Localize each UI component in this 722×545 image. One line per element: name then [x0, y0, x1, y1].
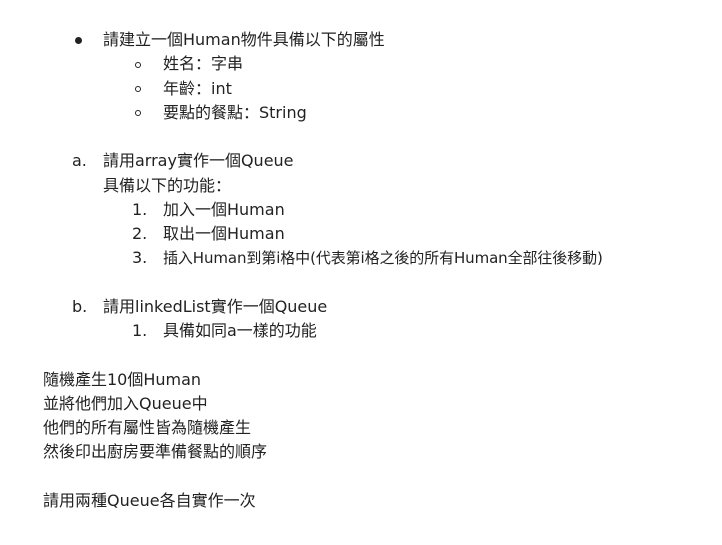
- list-number: 2.: [132, 224, 148, 243]
- paragraph-line: 他們的所有屬性皆為隨機產生: [43, 418, 252, 437]
- list-number: 1.: [132, 321, 148, 340]
- property-meal: 要點的餐點：String: [163, 103, 307, 122]
- function-insert: 插入Human到第i格中(代表第i格之後的所有Human全部往後移動): [163, 249, 603, 267]
- paragraph-line: 並將他們加入Queue中: [43, 394, 208, 413]
- paragraph-line: 然後印出廚房要準備餐點的順序: [43, 442, 268, 461]
- linkedlist-queue-title: 請用linkedList實作一個Queue: [103, 297, 328, 316]
- list-number: 1.: [132, 200, 148, 219]
- closing-instruction: 請用兩種Queue各自實作一次: [43, 491, 256, 510]
- function-remove: 取出一個Human: [163, 224, 285, 243]
- bullet-circle-icon: [135, 62, 141, 68]
- same-functions-note: 具備如同a一樣的功能: [163, 321, 317, 340]
- property-age: 年齡：int: [163, 79, 232, 98]
- list-number: 3.: [132, 248, 148, 267]
- functions-intro: 具備以下的功能：: [103, 176, 232, 195]
- function-add: 加入一個Human: [163, 200, 285, 219]
- human-object-heading: 請建立一個Human物件具備以下的屬性: [103, 30, 385, 49]
- array-queue-title: 請用array實作一個Queue: [103, 151, 294, 170]
- property-name: 姓名：字串: [163, 54, 244, 73]
- bullet-circle-icon: [135, 86, 141, 92]
- list-marker-a: a.: [72, 151, 87, 170]
- list-marker-b: b.: [72, 297, 88, 316]
- document-body: 請建立一個Human物件具備以下的屬性 姓名：字串 年齡：int 要點的餐點：S…: [0, 0, 722, 545]
- paragraph-line: 隨機產生10個Human: [43, 370, 202, 389]
- bullet-dot-icon: [75, 37, 82, 44]
- bullet-circle-icon: [135, 110, 141, 116]
